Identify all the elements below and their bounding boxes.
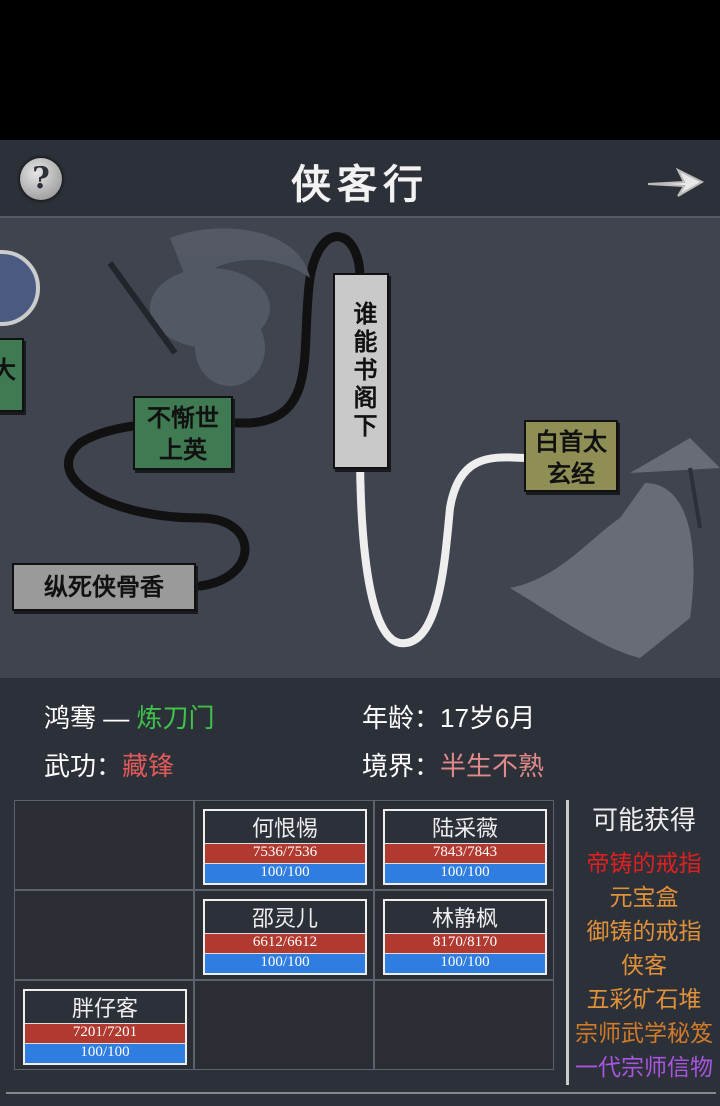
reward-item[interactable]: 元宝盒	[569, 880, 719, 914]
game-screen: ? 侠客行 纵死侠骨香 不惭世上英 谁能书阁下 白首太玄经 鸿骞 — 炼刀门 年…	[0, 140, 720, 1106]
map-node-4[interactable]: 白首太玄经	[524, 420, 618, 492]
party-grid: 何恨惕 7536/7536 100/100 陆采薇 7843/7843 100/…	[14, 800, 556, 1074]
party-slot[interactable]: 陆采薇 7843/7843 100/100	[374, 800, 554, 890]
swordsman-silhouette	[150, 228, 310, 386]
map-node-label: 大	[0, 355, 16, 384]
map-node-label: 不惭世上英	[147, 403, 219, 464]
party-slot-empty[interactable]	[14, 800, 194, 890]
mp-bar: 100/100	[385, 863, 545, 883]
party-slot[interactable]: 胖仔客 7201/7201 100/100	[14, 980, 194, 1070]
realm-label: 境界：	[362, 751, 441, 781]
party-slot[interactable]: 邵灵儿 6612/6612 100/100	[194, 890, 374, 980]
map-node-3[interactable]: 谁能书阁下	[333, 273, 389, 469]
map-node-2[interactable]: 不惭世上英	[133, 396, 233, 470]
age-label: 年龄：	[362, 703, 441, 733]
party-slot-empty[interactable]	[194, 980, 374, 1070]
name-row: 鸿骞 — 炼刀门	[44, 698, 215, 735]
party-member-card[interactable]: 陆采薇 7843/7843 100/100	[383, 809, 547, 885]
hp-bar: 7201/7201	[25, 1023, 185, 1043]
white-trail	[356, 444, 534, 648]
party-slot-empty[interactable]	[14, 890, 194, 980]
reward-item[interactable]: 一代宗师信物	[569, 1050, 719, 1084]
realm-row: 境界：半生不熟	[362, 746, 544, 783]
party-member-card[interactable]: 胖仔客 7201/7201 100/100	[23, 989, 187, 1065]
realm-value: 半生不熟	[440, 751, 545, 781]
journey-map: 纵死侠骨香 不惭世上英 谁能书阁下 白首太玄经 大	[0, 216, 720, 683]
map-node-label: 谁能书阁下	[349, 301, 378, 441]
hp-bar: 8170/8170	[385, 933, 545, 953]
character-name: 鸿骞	[44, 703, 97, 733]
hp-bar: 6612/6612	[205, 933, 365, 953]
party-slot[interactable]: 林静枫 8170/8170 100/100	[374, 890, 554, 980]
party-member-card[interactable]: 邵灵儿 6612/6612 100/100	[203, 899, 367, 975]
possible-rewards: 可能获得 帝铸的戒指 元宝盒 御铸的戒指 侠客 五彩矿石堆 宗师武学秘笈 一代宗…	[566, 800, 719, 1085]
map-node-label: 纵死侠骨香	[44, 572, 164, 601]
hp-bar: 7843/7843	[385, 843, 545, 863]
character-info: 鸿骞 — 炼刀门 年龄：17岁6月 武功：藏锋 境界：半生不熟	[0, 678, 720, 798]
mp-bar: 100/100	[25, 1043, 185, 1063]
reward-item[interactable]: 侠客	[569, 948, 719, 982]
name-separator: —	[103, 703, 130, 733]
member-name: 林静枫	[385, 901, 545, 933]
member-name: 胖仔客	[25, 991, 185, 1023]
map-node-5[interactable]: 大	[0, 338, 24, 412]
sect-name: 炼刀门	[136, 703, 215, 733]
party-slot-empty[interactable]	[374, 980, 554, 1070]
skill-value: 藏锋	[122, 751, 175, 781]
reward-item[interactable]: 五彩矿石堆	[569, 982, 719, 1016]
rewards-title: 可能获得	[591, 805, 696, 835]
map-node-1[interactable]: 纵死侠骨香	[12, 563, 196, 611]
header: ? 侠客行	[0, 140, 720, 216]
member-name: 邵灵儿	[205, 901, 365, 933]
sword-icon	[688, 467, 702, 529]
hp-bar: 7536/7536	[205, 843, 365, 863]
mp-bar: 100/100	[205, 863, 365, 883]
member-name: 何恨惕	[205, 811, 365, 843]
age-value: 17岁6月	[440, 703, 536, 733]
avatar[interactable]	[0, 250, 40, 326]
reward-item[interactable]: 帝铸的戒指	[569, 846, 719, 880]
skill-label: 武功：	[44, 751, 123, 781]
mp-bar: 100/100	[205, 953, 365, 973]
age-row: 年龄：17岁6月	[362, 698, 535, 735]
reward-item[interactable]: 御铸的戒指	[569, 914, 719, 948]
reward-item[interactable]: 宗师武学秘笈	[569, 1016, 719, 1050]
mp-bar: 100/100	[385, 953, 545, 973]
member-name: 陆采薇	[385, 811, 545, 843]
divider	[6, 1092, 716, 1094]
party-member-card[interactable]: 何恨惕 7536/7536 100/100	[203, 809, 367, 885]
arrow-right-icon[interactable]	[644, 160, 706, 200]
map-node-label: 白首太玄经	[535, 427, 607, 488]
page-title: 侠客行	[291, 161, 429, 208]
skill-row: 武功：藏锋	[44, 746, 174, 783]
party-slot[interactable]: 何恨惕 7536/7536 100/100	[194, 800, 374, 890]
party-member-card[interactable]: 林静枫 8170/8170 100/100	[383, 899, 547, 975]
